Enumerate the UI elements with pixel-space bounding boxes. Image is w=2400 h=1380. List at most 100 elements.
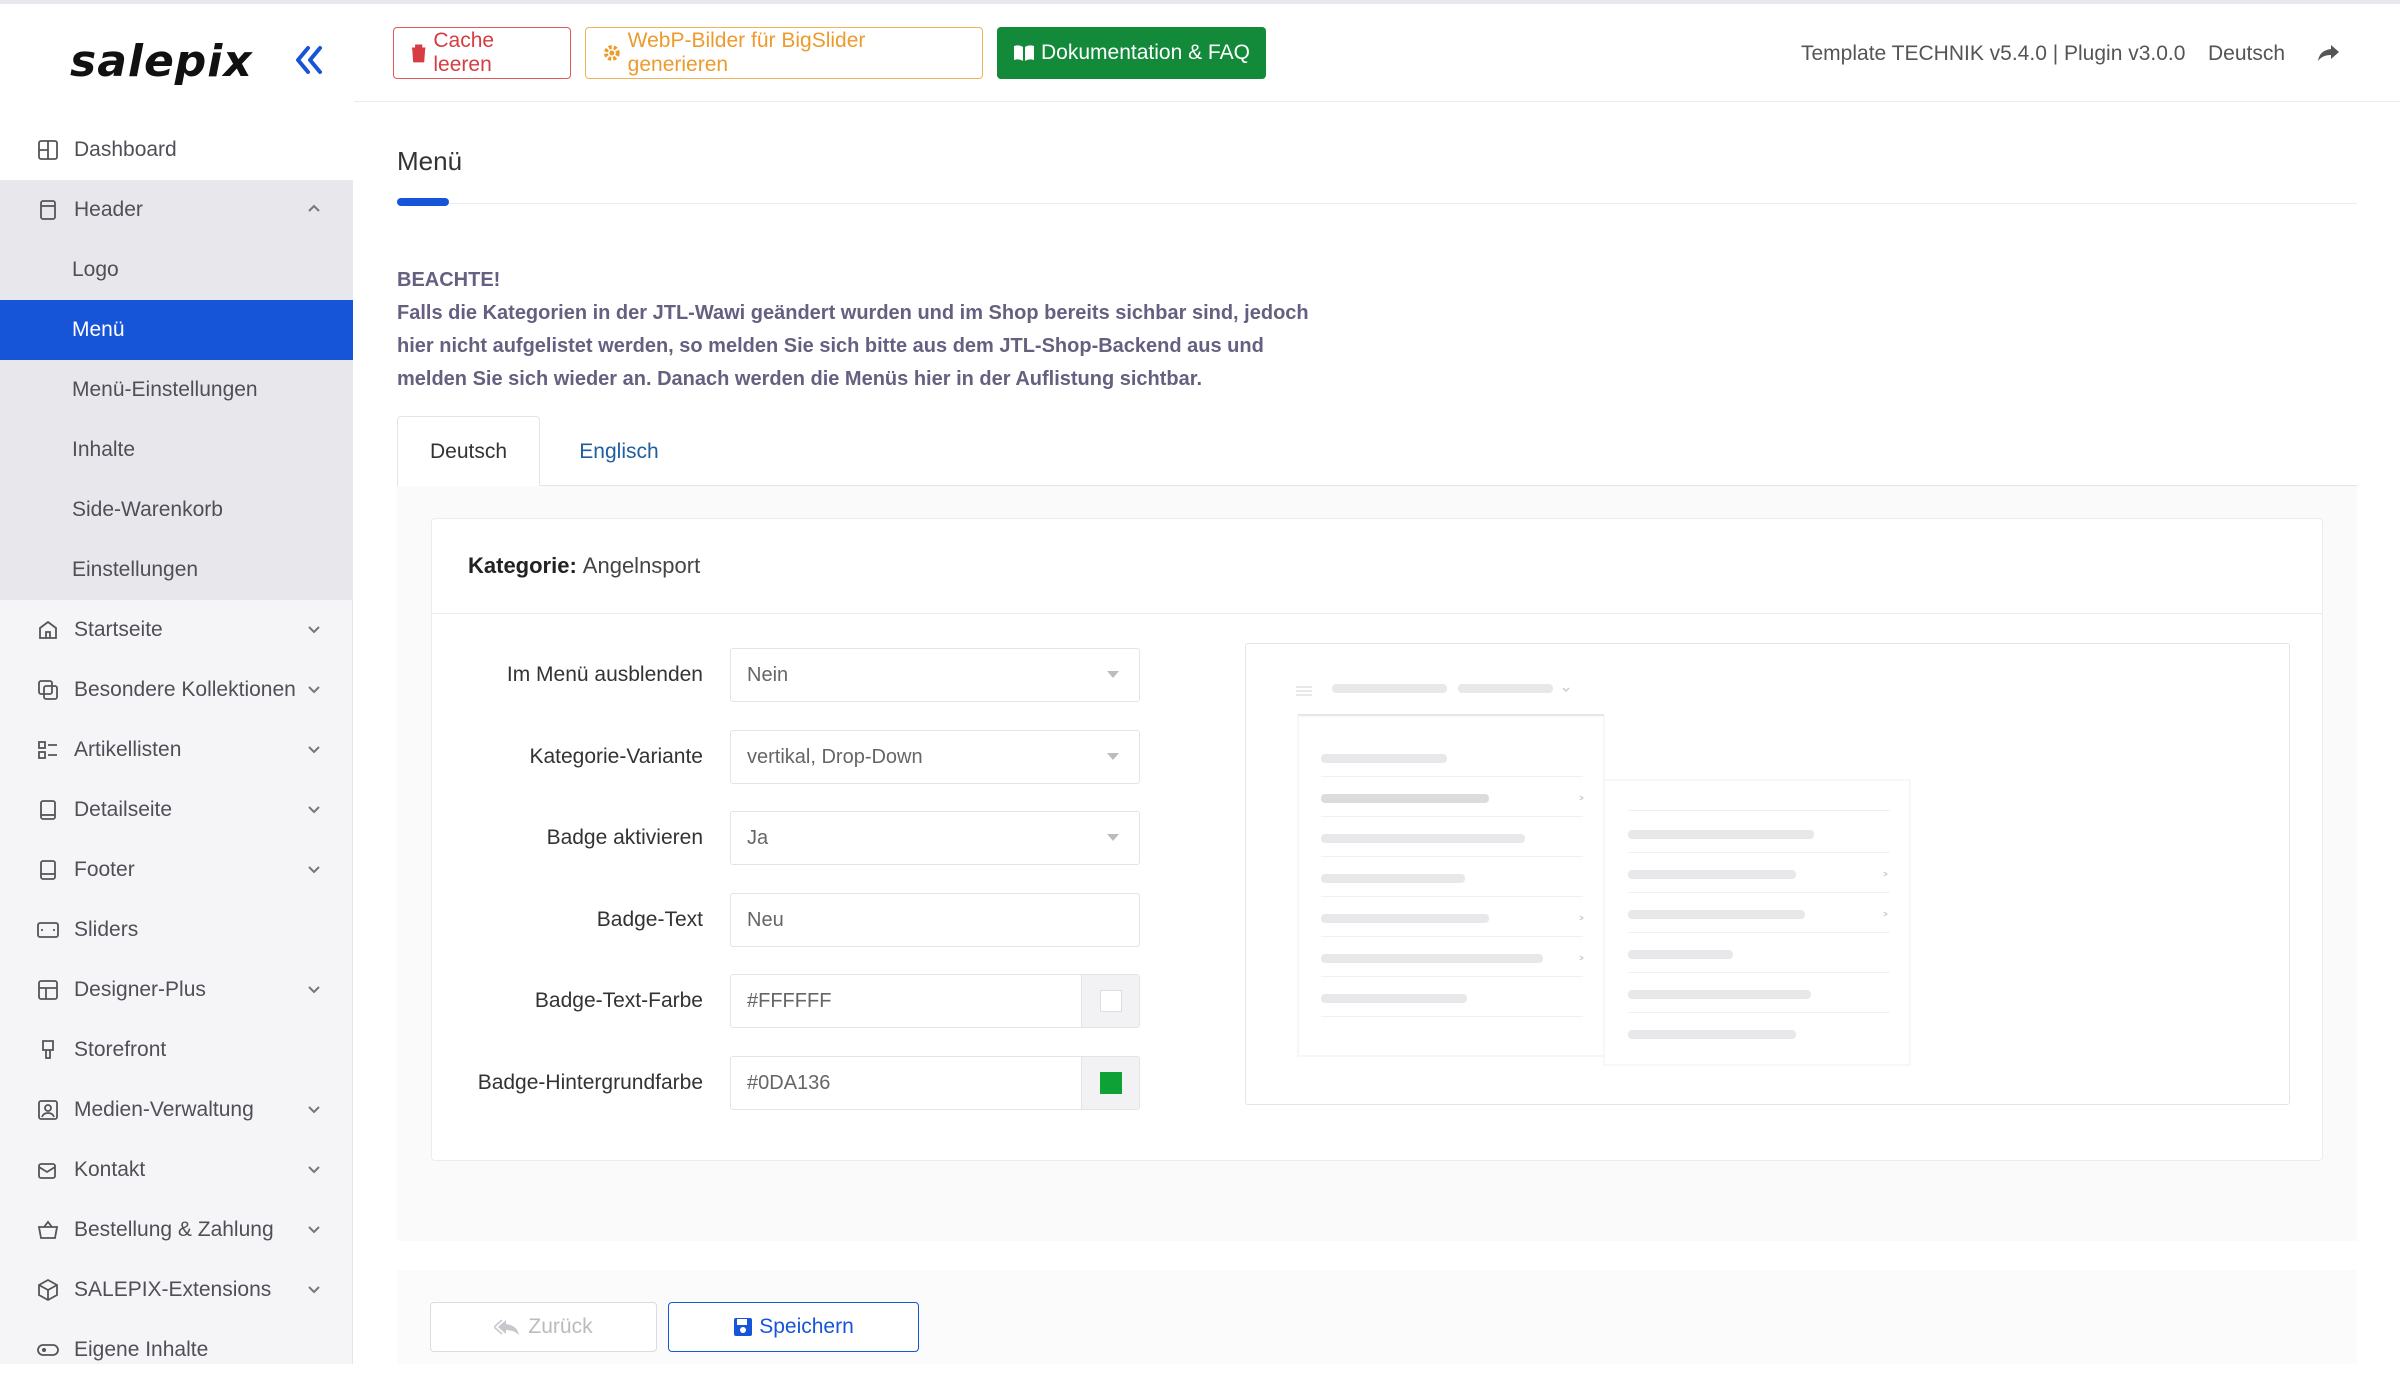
- sidebar-item-label: Artikellisten: [74, 738, 182, 761]
- color-picker-button[interactable]: [1081, 975, 1139, 1027]
- tab-deutsch[interactable]: Deutsch: [397, 416, 540, 487]
- color-picker-button[interactable]: [1081, 1057, 1139, 1109]
- badge-text-color-input[interactable]: #FFFFFF: [730, 974, 1140, 1028]
- category-variant-select[interactable]: vertikal, Drop-Down: [730, 730, 1140, 784]
- category-variant-label: Kategorie-Variante: [529, 745, 703, 768]
- sidebar-item-kollektionen[interactable]: Besondere Kollektionen: [0, 660, 353, 720]
- sidebar-item-detailseite[interactable]: Detailseite: [0, 780, 353, 840]
- hide-in-menu-value: Nein: [747, 663, 789, 686]
- sidebar-item-startseite[interactable]: Startseite: [0, 600, 353, 660]
- sidebar-item-label: Dashboard: [74, 138, 177, 161]
- top-bar: Cache leeren WebP-Bilder für BigSlider g…: [354, 4, 2400, 102]
- badge-text-input[interactable]: Neu: [730, 893, 1140, 947]
- dropdown-caret-icon: [1107, 834, 1119, 841]
- badge-bg-color-label: Badge-Hintergrundfarbe: [477, 1071, 703, 1094]
- sidebar-nav: Dashboard Header Logo Menü Menü-Einstell…: [0, 120, 353, 1380]
- badge-text-value: Neu: [747, 908, 784, 931]
- media-icon: [38, 1100, 58, 1120]
- sidebar-item-extensions[interactable]: SALEPIX-Extensions: [0, 1260, 353, 1320]
- sidebar-item-label: Sliders: [74, 918, 139, 941]
- chevron-down-icon: [308, 1286, 320, 1294]
- back-label: Zurück: [528, 1315, 593, 1338]
- sidebar-item-label: Besondere Kollektionen: [74, 678, 296, 701]
- extensions-icon: [38, 1278, 58, 1302]
- sidebar-item-eigene-inhalte[interactable]: Eigene Inhalte: [0, 1320, 353, 1380]
- sidebar-item-label: Startseite: [74, 618, 163, 641]
- clear-cache-button[interactable]: Cache leeren: [393, 27, 571, 79]
- sidebar-subitem-logo[interactable]: Logo: [0, 240, 353, 300]
- footer-icon: [40, 860, 56, 880]
- chevron-down-icon: [308, 806, 320, 814]
- sidebar-item-artikellisten[interactable]: Artikellisten: [0, 720, 353, 780]
- header-submenu: Logo Menü Menü-Einstellungen Inhalte Sid…: [0, 240, 353, 600]
- documentation-label: Dokumentation & FAQ: [1041, 41, 1250, 64]
- slider-icon: [37, 922, 59, 938]
- collapse-sidebar-icon[interactable]: [288, 40, 328, 80]
- sidebar-item-kontakt[interactable]: Kontakt: [0, 1140, 353, 1200]
- documentation-button[interactable]: Dokumentation & FAQ: [997, 27, 1266, 79]
- badge-activate-select[interactable]: Ja: [730, 811, 1140, 865]
- chevron-down-icon: [308, 746, 320, 754]
- tab-englisch[interactable]: Englisch: [557, 416, 681, 487]
- clear-cache-label: Cache leeren: [433, 29, 495, 76]
- page-title: Menü: [397, 146, 463, 176]
- sidebar-item-bestellung[interactable]: Bestellung & Zahlung: [0, 1200, 353, 1260]
- dropdown-caret-icon: [1107, 671, 1119, 678]
- badge-activate-label: Badge aktivieren: [546, 826, 703, 849]
- custom-content-icon: [37, 1344, 59, 1356]
- sidebar-item-dashboard[interactable]: Dashboard: [0, 120, 353, 180]
- category-card: Kategorie: Angelnsport Im Menü ausblende…: [431, 518, 2323, 1161]
- gear-icon: [603, 45, 620, 61]
- back-button[interactable]: Zurück: [430, 1302, 657, 1352]
- contact-icon: [38, 1163, 56, 1179]
- hide-in-menu-select[interactable]: Nein: [730, 648, 1140, 702]
- badge-text-label: Badge-Text: [596, 908, 703, 931]
- header-icon: [40, 200, 56, 220]
- sidebar-item-sliders[interactable]: Sliders: [0, 900, 353, 960]
- sidebar-item-label: Kontakt: [74, 1158, 146, 1181]
- sidebar-item-header[interactable]: Header: [0, 180, 353, 240]
- home-icon: [39, 620, 57, 639]
- chevron-down-icon: [308, 626, 320, 634]
- language-tabs: Deutsch Englisch: [397, 416, 2357, 487]
- sidebar-item-label: Footer: [74, 858, 135, 881]
- sidebar-subitem-contents[interactable]: Inhalte: [0, 420, 353, 480]
- badge-text-color-label: Badge-Text-Farbe: [534, 989, 703, 1012]
- generate-webp-button[interactable]: WebP-Bilder für BigSlider generieren: [585, 27, 983, 79]
- save-button[interactable]: Speichern: [668, 1302, 919, 1352]
- sidebar-item-medien[interactable]: Medien-Verwaltung: [0, 1080, 353, 1140]
- color-swatch-white: [1099, 990, 1122, 1012]
- sidebar-item-footer[interactable]: Footer: [0, 840, 353, 900]
- sidebar-subitem-menu-settings[interactable]: Menü-Einstellungen: [0, 360, 353, 420]
- version-info: Template TECHNIK v5.4.0 | Plugin v3.0.0: [1801, 42, 2186, 65]
- logout-icon[interactable]: [2316, 40, 2342, 66]
- sidebar-item-storefront[interactable]: Storefront: [0, 1020, 353, 1080]
- logo-row: salepix: [0, 4, 353, 134]
- color-swatch-green: [1099, 1072, 1122, 1094]
- sidebar-item-label: SALEPIX-Extensions: [74, 1278, 272, 1301]
- badge-bg-color-input[interactable]: #0DA136: [730, 1056, 1140, 1110]
- dropdown-caret-icon: [1107, 753, 1119, 760]
- floppy-disk-icon: [734, 1318, 753, 1336]
- trash-icon: [411, 44, 426, 63]
- sidebar-item-designer-plus[interactable]: Designer-Plus: [0, 960, 353, 1020]
- detail-icon: [40, 800, 56, 820]
- generate-webp-label: WebP-Bilder für BigSlider generieren: [627, 29, 866, 76]
- badge-activate-value: Ja: [747, 826, 769, 849]
- sidebar: salepix Dashboard Header Logo Menü Menü-…: [0, 4, 353, 1364]
- menu-preview-illustration: [1296, 684, 1911, 1066]
- language-switch[interactable]: Deutsch: [2208, 42, 2285, 66]
- sidebar-item-label: Designer-Plus: [74, 978, 206, 1001]
- storefront-icon: [42, 1040, 54, 1059]
- basket-icon: [37, 1220, 59, 1239]
- category-variant-value: vertikal, Drop-Down: [747, 745, 923, 768]
- sidebar-subitem-menu[interactable]: Menü: [0, 300, 353, 360]
- chevron-down-icon: [308, 1106, 320, 1114]
- badge-bg-color-value: #0DA136: [747, 1071, 831, 1094]
- sidebar-subitem-side-cart[interactable]: Side-Warenkorb: [0, 480, 353, 540]
- sidebar-subitem-settings[interactable]: Einstellungen: [0, 540, 353, 600]
- dashboard-icon: [38, 140, 58, 160]
- app-logo: salepix: [70, 36, 253, 87]
- notice-box: BEACHTE! Falls die Kategorien in der JTL…: [397, 264, 1317, 396]
- sidebar-item-label: Detailseite: [74, 798, 173, 821]
